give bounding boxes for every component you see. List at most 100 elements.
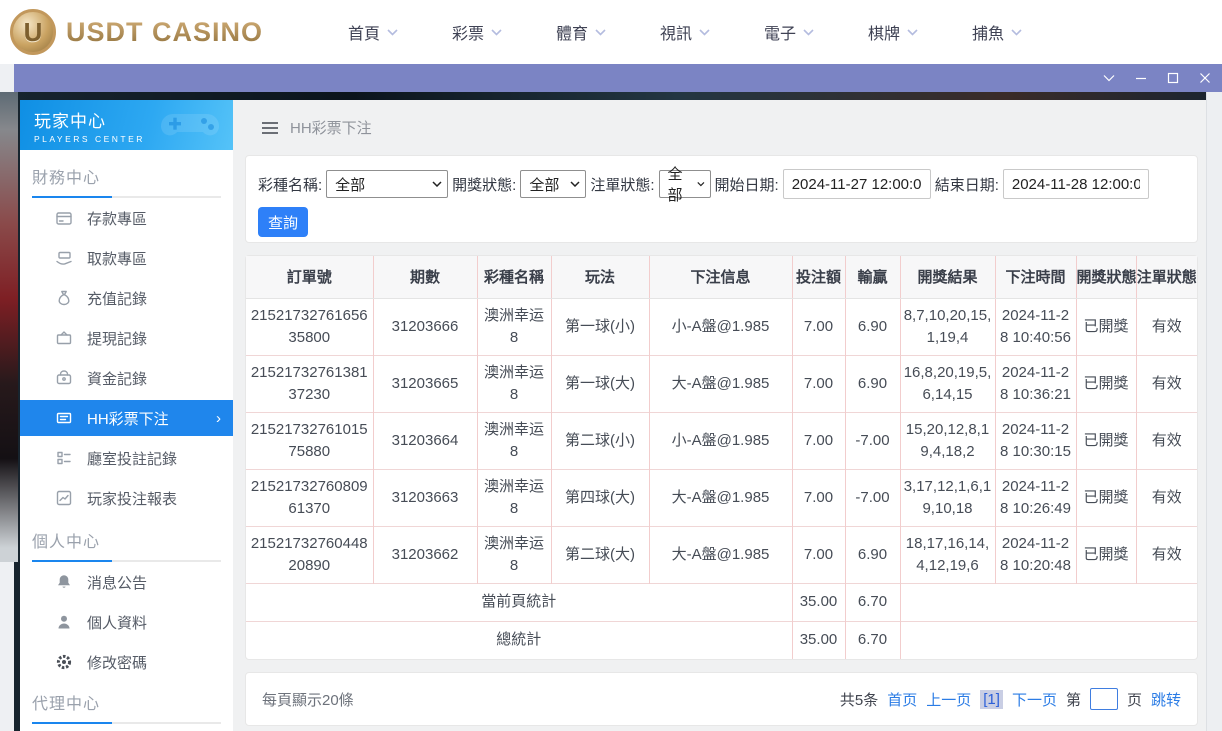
draw-status-label: 開獎狀態: xyxy=(452,176,517,194)
sidebar-item-withdrawal-record[interactable]: 提現記錄 xyxy=(20,318,233,358)
table-row: 2152173276165635800 31203666 澳洲幸运8 第一球(小) 小-… xyxy=(246,297,1197,355)
first-page-link[interactable]: 首页 xyxy=(887,689,917,710)
sidebar-item-hh-lottery-bets[interactable]: HH彩票下注 › xyxy=(20,400,233,436)
table-cell: 18,17,16,14,4,12,19,6 xyxy=(899,525,995,583)
prev-page-link[interactable]: 上一页 xyxy=(926,689,971,710)
nav-item-fishing[interactable]: 捕魚 xyxy=(945,20,1049,44)
page-title: HH彩票下注 xyxy=(290,120,372,137)
table-cell: 7.00 xyxy=(791,525,845,583)
lottery-name-select[interactable]: 全部 xyxy=(326,170,449,198)
draw-status-select[interactable]: 全部 xyxy=(520,170,587,198)
window-close-icon[interactable] xyxy=(1190,64,1220,92)
gear-icon xyxy=(54,653,73,672)
chevron-down-icon xyxy=(697,182,705,187)
table-cell: 有效 xyxy=(1135,468,1197,526)
nav-item-cards[interactable]: 棋牌 xyxy=(841,20,945,44)
sidebar-item-funds-record[interactable]: 資金記錄 xyxy=(20,358,233,398)
summary-win-loss-total: 6.70 xyxy=(844,582,900,621)
chevron-down-icon xyxy=(570,181,580,187)
sidebar-item-label: 存款專區 xyxy=(87,210,148,228)
table-cell: 已開獎 xyxy=(1075,411,1136,469)
person-icon xyxy=(54,613,73,632)
jump-button[interactable]: 跳转 xyxy=(1151,689,1181,710)
jump-page-input[interactable] xyxy=(1089,688,1118,710)
table-cell: 31203665 xyxy=(372,354,477,412)
chevron-down-icon xyxy=(699,28,710,36)
table-cell: 15,20,12,8,19,4,18,2 xyxy=(899,411,995,469)
window-minimize-icon[interactable] xyxy=(1126,64,1156,92)
end-date-input[interactable] xyxy=(1002,169,1149,199)
gamepad-icon xyxy=(160,114,220,136)
sidebar-item-recharge-record[interactable]: 充值記錄 xyxy=(20,278,233,318)
sidebar-item-change-password[interactable]: 修改密碼 xyxy=(20,642,233,682)
nav-item-sports[interactable]: 體育 xyxy=(529,20,633,44)
table-cell: 16,8,20,19,5,6,14,15 xyxy=(899,354,995,412)
scrollbar[interactable] xyxy=(1206,92,1222,731)
table-cell: 澳洲幸运8 xyxy=(476,525,551,583)
sidebar-item-label: 消息公告 xyxy=(87,574,148,592)
jump-suffix: 页 xyxy=(1126,691,1142,709)
nav-item-video[interactable]: 視訊 xyxy=(633,20,737,44)
next-page-link[interactable]: 下一页 xyxy=(1012,689,1057,710)
table-cell: 已開獎 xyxy=(1075,297,1136,355)
table-cell: -7.00 xyxy=(844,468,900,526)
sidebar-item-player-bet-report[interactable]: 玩家投注報表 xyxy=(20,478,233,518)
purse-icon xyxy=(54,369,73,388)
col-bet-info: 下注信息 xyxy=(648,256,792,299)
sidebar-item-announcements[interactable]: 消息公告 xyxy=(20,562,233,602)
table-cell: 第四球(大) xyxy=(550,468,649,526)
sidebar-item-hall-bet-record[interactable]: 廳室投註記錄 xyxy=(20,438,233,478)
section-label-agent: 代理中心 xyxy=(32,696,101,713)
chevron-down-icon xyxy=(1011,28,1022,36)
table-cell: 第一球(大) xyxy=(550,354,649,412)
col-bet-amount: 投注額 xyxy=(791,256,845,299)
pagination-bar: 每頁顯示20條 共5条 首页 上一页 [1] 下一页 第 页 跳转 xyxy=(245,672,1198,726)
nav-item-lottery[interactable]: 彩票 xyxy=(425,20,529,44)
logo[interactable]: U USDT CASINO xyxy=(10,9,263,55)
filter-panel: 彩種名稱: 全部 開獎狀態: 全部 注單狀態: 全部 開始日期: 結束日期: xyxy=(245,155,1198,243)
sidebar-header: 玩家中心 PLAYERS CENTER xyxy=(20,100,233,150)
table-cell: 大-A盤@1.985 xyxy=(648,468,792,526)
table-cell: 小-A盤@1.985 xyxy=(648,411,792,469)
chevron-down-icon xyxy=(803,28,814,36)
window-titlebar xyxy=(14,64,1222,92)
table-cell: 2024-11-28 10:40:56 xyxy=(994,297,1076,355)
summary-row-page: 當前頁統計 35.00 6.70 xyxy=(246,582,1197,621)
table-cell: 6.90 xyxy=(844,297,900,355)
table-cell: 31203662 xyxy=(372,525,477,583)
chevron-down-icon xyxy=(491,28,502,36)
summary-label: 總統計 xyxy=(246,620,792,659)
table-cell: 3,17,12,1,6,19,10,18 xyxy=(899,468,995,526)
sidebar-item-profile[interactable]: 個人資料 xyxy=(20,602,233,642)
nav-item-slots[interactable]: 電子 xyxy=(737,20,841,44)
jump-prefix: 第 xyxy=(1065,691,1081,709)
table-cell: 有效 xyxy=(1135,354,1197,412)
bell-icon xyxy=(54,573,73,592)
menu-toggle-icon[interactable] xyxy=(262,121,278,134)
start-date-input[interactable] xyxy=(782,169,931,199)
window-chevron-down-icon[interactable] xyxy=(1094,64,1124,92)
order-status-select[interactable]: 全部 xyxy=(658,166,711,204)
sidebar-item-withdraw[interactable]: 取款專區 xyxy=(20,238,233,278)
table-header-row: 訂單號 期數 彩種名稱 玩法 下注信息 投注額 輸贏 開獎結果 下注時間 開獎狀… xyxy=(246,256,1197,299)
table-cell: 2152173276138137230 xyxy=(246,354,373,412)
table-cell: 澳洲幸运8 xyxy=(476,297,551,355)
money-bag-icon xyxy=(54,289,73,308)
bank-card-icon xyxy=(54,209,73,228)
window-maximize-icon[interactable] xyxy=(1158,64,1188,92)
table-cell: 有效 xyxy=(1135,297,1197,355)
bet-table: 訂單號 期數 彩種名稱 玩法 下注信息 投注額 輸贏 開獎結果 下注時間 開獎狀… xyxy=(246,256,1197,659)
table-cell: 7.00 xyxy=(791,297,845,355)
sidebar: 玩家中心 PLAYERS CENTER 財務中心 存款專區 取款專區 充值記錄 xyxy=(20,100,233,731)
sidebar-item-deposit[interactable]: 存款專區 xyxy=(20,198,233,238)
table-cell: 8,7,10,20,15,1,19,4 xyxy=(899,297,995,355)
table-cell: 6.90 xyxy=(844,525,900,583)
table-cell: 小-A盤@1.985 xyxy=(648,297,792,355)
breadcrumb: HH彩票下注 xyxy=(262,117,372,138)
sidebar-item-label: 資金記錄 xyxy=(87,370,148,388)
summary-empty xyxy=(899,620,1197,659)
col-win-loss: 輸贏 xyxy=(844,256,900,299)
query-button[interactable]: 查詢 xyxy=(258,207,308,237)
nav-item-home[interactable]: 首頁 xyxy=(321,20,425,44)
sidebar-item-label: 玩家投注報表 xyxy=(87,490,178,508)
